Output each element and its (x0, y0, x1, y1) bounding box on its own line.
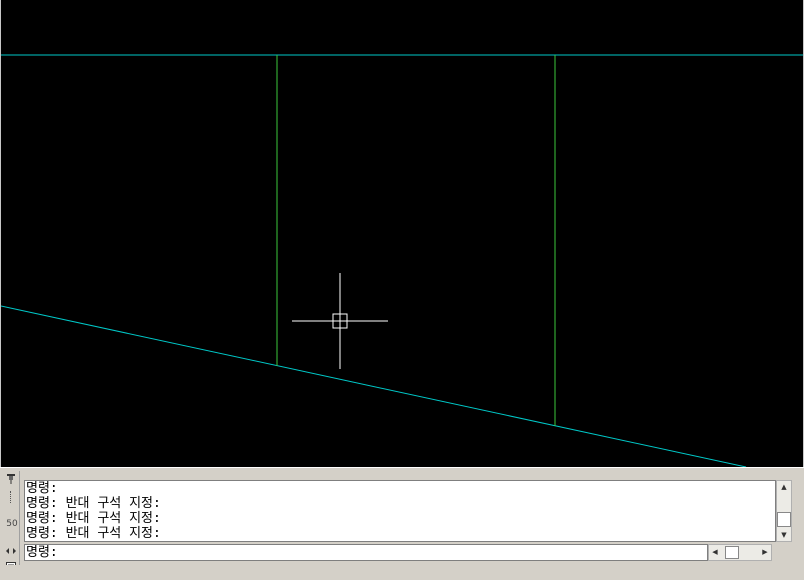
scroll-right-arrow[interactable]: ▶ (760, 545, 770, 560)
pin-icon[interactable] (5, 473, 17, 485)
history-vertical-scrollbar[interactable]: ▲ ▼ (776, 480, 792, 542)
cyan-diagonal-line (1, 305, 747, 467)
crosshair-cursor (292, 273, 388, 369)
resize-icon[interactable] (5, 545, 17, 557)
history-line: 명령: 반대 구석 지정: (26, 496, 161, 511)
command-window-bottom-edge (0, 565, 804, 580)
vertical-scroll-thumb[interactable] (777, 512, 791, 527)
grip-handle[interactable] (10, 491, 12, 503)
drawing-canvas[interactable] (1, 0, 803, 467)
horizontal-scroll-thumb[interactable] (725, 546, 739, 559)
command-history: 명령: 명령: 반대 구석 지정: 명령: 반대 구석 지정: 명령: 반대 구… (24, 480, 776, 542)
command-window: 50 명령: 명령: 반대 구석 지정: 명령: 반대 구석 지정: 명령: 반… (0, 467, 804, 580)
scroll-up-arrow[interactable]: ▲ (777, 482, 791, 492)
scroll-down-arrow[interactable]: ▼ (777, 530, 791, 540)
drawing-svg (1, 54, 803, 467)
history-line: 명령: 반대 구석 지정: (26, 526, 161, 541)
history-line: 명령: 반대 구석 지정: (26, 511, 161, 526)
cad-application: 50 명령: 명령: 반대 구석 지정: 명령: 반대 구석 지정: 명령: 반… (0, 0, 804, 580)
command-window-sidebar: 50 (3, 471, 20, 575)
side-number: 50 (6, 519, 18, 529)
scroll-left-arrow[interactable]: ◀ (710, 545, 720, 560)
command-horizontal-scrollbar[interactable]: ◀ ▶ (708, 544, 772, 561)
command-input[interactable]: 명령: (24, 544, 708, 561)
history-line: 명령: (26, 481, 58, 496)
